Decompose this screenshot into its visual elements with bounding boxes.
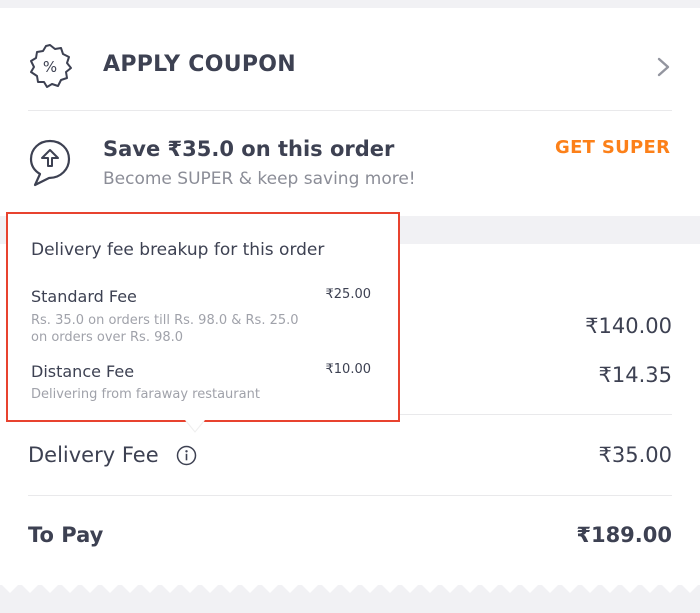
delivery-fee-value: ₹35.00 [598,443,672,467]
svg-text:%: % [43,58,57,76]
delivery-fee-label: Delivery Fee [28,443,159,467]
standard-fee-amount: ₹25.00 [325,287,372,302]
taxes-value: ₹14.35 [598,363,672,387]
delivery-fee-breakup-popup: Delivery fee breakup for this order Stan… [6,212,400,422]
standard-fee-desc-line1: Rs. 35.0 on orders till Rs. 98.0 & Rs. 2… [31,313,299,328]
receipt-zigzag-edge [0,575,700,613]
super-savings-subtitle: Become SUPER & keep saving more! [103,169,416,189]
top-strip [0,0,700,8]
super-savings-title: Save ₹35.0 on this order [103,137,395,161]
info-icon[interactable] [176,445,197,466]
super-promo-row: Save ₹35.0 on this order Become SUPER & … [0,112,700,216]
coupon-percent-icon: % [30,44,72,88]
chevron-right-icon [657,57,670,77]
get-super-button[interactable]: GET SUPER [555,137,670,158]
distance-fee-label: Distance Fee [31,362,135,381]
apply-coupon-row[interactable]: % APPLY COUPON [0,8,700,112]
to-pay-label: To Pay [28,523,104,547]
item-total-value: ₹140.00 [585,314,672,338]
divider [28,110,672,111]
apply-coupon-label: APPLY COUPON [103,52,297,77]
popup-pointer-caret [185,420,205,433]
to-pay-value: ₹189.00 [576,523,672,547]
divider [28,495,672,496]
standard-fee-label: Standard Fee [31,287,137,306]
super-badge-icon [29,139,71,187]
distance-fee-desc: Delivering from faraway restaurant [31,387,260,402]
popup-title: Delivery fee breakup for this order [31,240,325,260]
distance-fee-amount: ₹10.00 [325,362,372,377]
standard-fee-desc-line2: on orders over Rs. 98.0 [31,330,184,345]
